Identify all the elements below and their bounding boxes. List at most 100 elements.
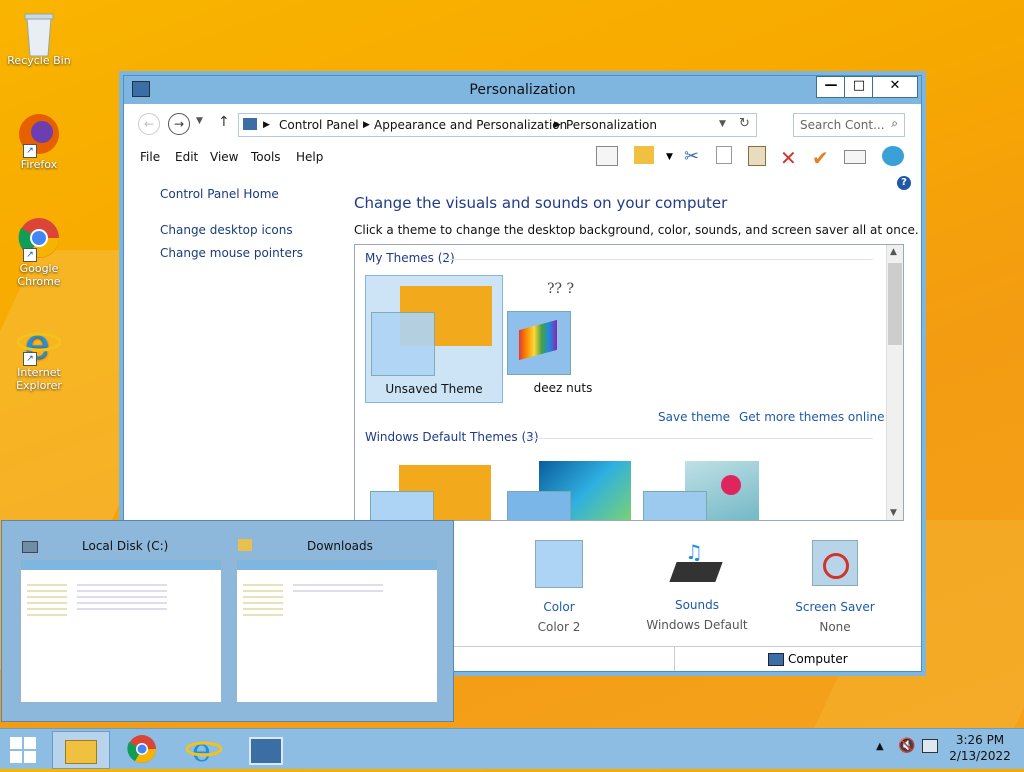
preview-title: Downloads — [307, 539, 373, 553]
shell-icon[interactable] — [882, 146, 904, 166]
desktop-icon-recycle-bin[interactable]: Recycle Bin — [4, 8, 74, 67]
preview-window-local-disk[interactable] — [20, 559, 222, 703]
recent-dropdown-icon[interactable]: ▼ — [196, 116, 203, 126]
up-button[interactable]: ↑ — [218, 114, 230, 130]
scroll-up-icon[interactable]: ▲ — [890, 247, 897, 257]
back-button[interactable]: ← — [138, 113, 160, 135]
breadcrumb-control-panel[interactable]: Control Panel — [279, 118, 359, 132]
theme-color-swatch — [370, 491, 434, 520]
default-themes-heading: Windows Default Themes (3) — [365, 430, 539, 444]
color-swatch-icon — [535, 540, 583, 588]
theme-color-swatch — [643, 491, 707, 520]
themes-scrollbar[interactable]: ▲ ▼ — [886, 245, 903, 520]
taskbar-file-explorer[interactable] — [52, 731, 110, 769]
svg-text:e: e — [192, 731, 211, 765]
preview-window-downloads[interactable] — [236, 559, 438, 703]
theme-color-swatch — [371, 312, 435, 376]
search-icon: ⌕ — [891, 116, 898, 130]
shortcut-arrow-icon: ↗ — [23, 144, 37, 158]
desktop-icon-chrome[interactable]: ↗ Google Chrome — [4, 216, 74, 288]
taskbar: e ▲ 🔇 3:26 PM 2/13/2022 — [0, 728, 1024, 769]
default-theme-flowers[interactable] — [641, 455, 771, 520]
maximize-button[interactable]: □ — [844, 76, 874, 98]
status-location: Computer — [788, 652, 848, 666]
paste-icon[interactable] — [748, 146, 766, 166]
link-change-mouse-pointers[interactable]: Change mouse pointers — [160, 246, 303, 260]
menu-view[interactable]: View — [210, 150, 238, 164]
help-icon[interactable]: ? — [897, 176, 911, 190]
properties-icon[interactable]: ✔ — [812, 146, 836, 170]
network-icon[interactable] — [922, 739, 938, 753]
firefox-icon: ↗ — [17, 112, 61, 158]
page-subheading: Click a theme to change the desktop back… — [354, 223, 919, 237]
default-theme-lines-colors[interactable] — [505, 455, 635, 520]
close-button[interactable]: ✕ — [872, 76, 918, 98]
layout-icon[interactable] — [596, 146, 618, 166]
default-theme-windows[interactable] — [365, 455, 495, 520]
rename-icon[interactable] — [844, 150, 866, 164]
computer-icon — [768, 653, 784, 666]
setting-sounds[interactable]: ♫ Sounds Windows Default — [642, 540, 752, 632]
show-hidden-icons[interactable]: ▲ — [876, 741, 884, 752]
scroll-down-icon[interactable]: ▼ — [890, 508, 897, 518]
link-change-desktop-icons[interactable]: Change desktop icons — [160, 223, 293, 237]
flower-icon — [721, 475, 741, 495]
link-control-panel-home[interactable]: Control Panel Home — [160, 187, 279, 201]
screen-saver-icon — [812, 540, 858, 586]
sounds-icon: ♫ — [669, 540, 723, 586]
breadcrumb-separator: ▶ — [263, 120, 270, 130]
forward-button[interactable]: → — [168, 113, 190, 135]
address-dropdown-icon[interactable]: ▼ — [719, 119, 726, 129]
breadcrumb-separator: ▶ — [554, 120, 561, 130]
desktop-icon-internet-explorer[interactable]: e ↗ Internet Explorer — [4, 319, 74, 392]
folder-options-icon[interactable] — [634, 146, 654, 164]
chrome-icon: ↗ — [17, 216, 61, 262]
scroll-thumb[interactable] — [888, 263, 902, 345]
setting-screen-saver[interactable]: Screen Saver None — [780, 540, 890, 634]
divider — [445, 259, 873, 260]
theme-doodle: ?? ? — [547, 281, 574, 297]
preview-title: Local Disk (C:) — [82, 539, 169, 553]
recycle-bin-icon — [17, 8, 61, 57]
shortcut-arrow-icon: ↗ — [23, 352, 37, 366]
ie-icon: e ↗ — [16, 319, 62, 368]
breadcrumb-personalization[interactable]: Personalization — [566, 118, 657, 132]
menu-file[interactable]: File — [140, 150, 160, 164]
address-box[interactable]: ▶ Control Panel ▶ Appearance and Persona… — [238, 113, 757, 137]
get-more-themes-link[interactable]: Get more themes online — [739, 410, 885, 424]
menu-bar: File Edit View Tools Help ▼ ✂ ✕ ✔ ? — [124, 142, 921, 190]
clock-date: 2/13/2022 — [949, 749, 1011, 763]
breadcrumb-separator: ▶ — [363, 120, 370, 130]
search-input[interactable]: Search Cont... ⌕ — [793, 113, 905, 137]
desktop-icon-firefox[interactable]: ↗ Firefox — [4, 112, 74, 171]
minimize-button[interactable]: — — [816, 76, 846, 98]
taskbar-chrome[interactable] — [114, 731, 170, 767]
delete-icon[interactable]: ✕ — [780, 146, 804, 170]
ie-icon: e — [185, 731, 223, 769]
title-bar[interactable]: Personalization — □ ✕ — [124, 76, 921, 104]
chrome-icon — [127, 735, 156, 763]
clock-time: 3:26 PM — [955, 733, 1005, 747]
copy-icon[interactable] — [716, 146, 732, 164]
theme-deez-nuts[interactable]: ?? ? deez nuts — [505, 275, 641, 401]
save-theme-link[interactable]: Save theme — [658, 410, 730, 424]
clock[interactable]: 3:26 PM 2/13/2022 — [944, 733, 1016, 763]
start-button[interactable] — [0, 731, 46, 767]
taskbar-control-panel[interactable] — [238, 731, 294, 767]
drive-icon — [22, 541, 38, 553]
cut-icon[interactable]: ✂ — [684, 146, 708, 170]
menu-tools[interactable]: Tools — [251, 150, 281, 164]
window-title: Personalization — [469, 82, 576, 98]
refresh-icon[interactable]: ↻ — [739, 116, 750, 131]
taskbar-internet-explorer[interactable]: e — [176, 731, 232, 769]
breadcrumb-appearance[interactable]: Appearance and Personalization — [374, 118, 567, 132]
theme-unsaved[interactable]: Unsaved Theme — [365, 275, 503, 403]
menu-help[interactable]: Help — [296, 150, 323, 164]
volume-muted-icon[interactable]: 🔇 — [898, 738, 915, 754]
file-explorer-icon — [65, 740, 97, 764]
my-themes-heading: My Themes (2) — [365, 251, 455, 265]
control-panel-icon — [249, 737, 283, 765]
menu-edit[interactable]: Edit — [175, 150, 198, 164]
setting-color[interactable]: Color Color 2 — [504, 540, 614, 634]
shortcut-arrow-icon: ↗ — [23, 248, 37, 262]
